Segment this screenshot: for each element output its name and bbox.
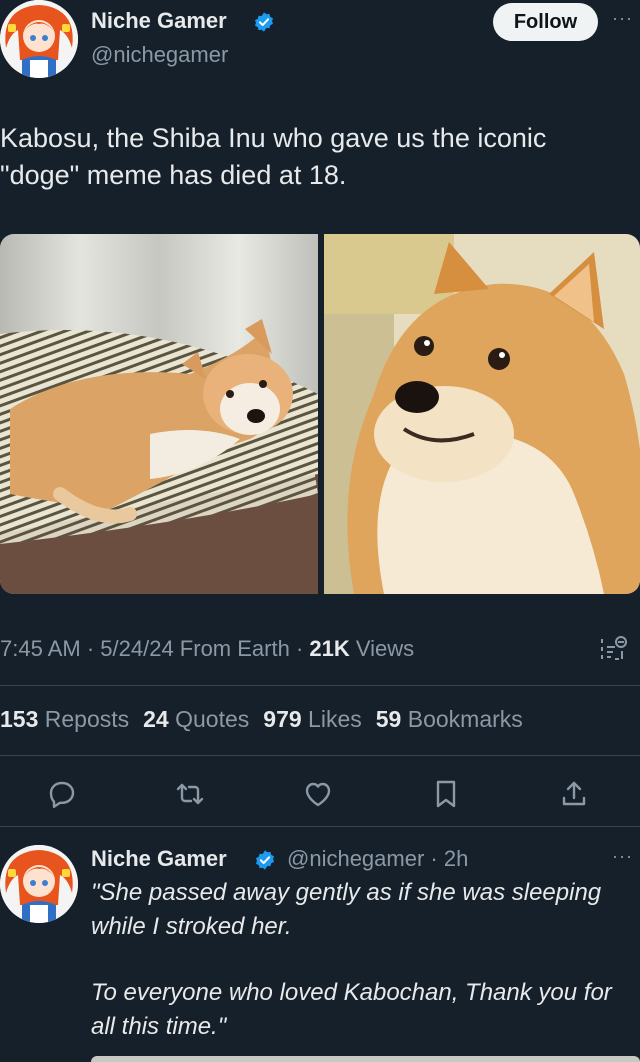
- tweet-header: Niche Gamer @nichegamer Follow ···: [0, 0, 640, 90]
- bookmark-icon[interactable]: [430, 778, 462, 810]
- like-icon[interactable]: [302, 778, 334, 810]
- divider: [0, 685, 640, 686]
- reply-author-avatar[interactable]: [0, 845, 78, 923]
- author-name[interactable]: Niche Gamer: [91, 8, 227, 34]
- tweet-photo-1[interactable]: [0, 234, 318, 594]
- tweet-metadata: 7:45 AM · 5/24/24 From Earth · 21K Views: [0, 636, 414, 662]
- author-avatar[interactable]: [0, 0, 78, 78]
- verified-badge-icon: [256, 850, 274, 870]
- analytics-icon[interactable]: [598, 633, 630, 665]
- follow-button[interactable]: Follow: [493, 3, 598, 41]
- tweet-location: From Earth: [173, 636, 290, 661]
- reply-media-preview[interactable]: [91, 1056, 640, 1062]
- reply-icon[interactable]: [46, 778, 78, 810]
- reply-paragraph: To everyone who loved Kabochan, Thank yo…: [91, 979, 612, 1040]
- divider: [0, 826, 640, 827]
- likes-stat[interactable]: 979 Likes: [263, 706, 361, 732]
- reply-more-options-icon[interactable]: ···: [612, 846, 633, 867]
- meta-separator: ·: [289, 636, 310, 661]
- tweet-photo-2[interactable]: [324, 234, 640, 594]
- reply-text: "She passed away gently as if she was sl…: [91, 876, 639, 1044]
- verified-badge-icon: [255, 12, 273, 32]
- engagement-stats: 153 Reposts 24 Quotes 979 Likes 59 Bookmark…: [0, 706, 523, 733]
- quotes-stat[interactable]: 24 Quotes: [143, 706, 249, 732]
- meta-separator: ·: [80, 636, 101, 661]
- reply-paragraph: "She passed away gently as if she was sl…: [91, 879, 602, 940]
- bookmarks-stat[interactable]: 59 Bookmarks: [376, 706, 523, 732]
- more-options-icon[interactable]: ···: [612, 8, 633, 29]
- author-handle[interactable]: @nichegamer: [91, 42, 228, 68]
- views-count: 21K: [309, 636, 350, 661]
- tweet-date: 5/24/24: [100, 636, 174, 661]
- share-icon[interactable]: [558, 778, 590, 810]
- reply-author-name[interactable]: Niche Gamer: [91, 846, 227, 872]
- repost-icon[interactable]: [174, 778, 206, 810]
- tweet-time: 7:45 AM: [0, 636, 81, 661]
- reply-author-handle[interactable]: @nichegamer · 2h: [287, 846, 468, 872]
- views-label: Views: [349, 636, 415, 661]
- tweet-text: Kabosu, the Shiba Inu who gave us the ic…: [0, 123, 547, 190]
- divider: [0, 755, 640, 756]
- reposts-stat[interactable]: 153 Reposts: [0, 706, 129, 732]
